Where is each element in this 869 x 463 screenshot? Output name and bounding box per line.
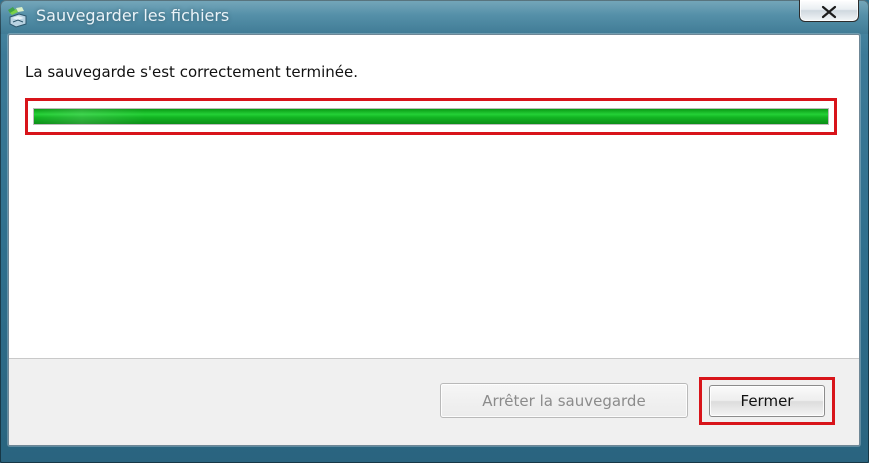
dialog-footer: Arrêter la sauvegarde Fermer xyxy=(9,358,859,445)
progress-bar xyxy=(33,108,829,125)
stop-backup-button[interactable]: Arrêter la sauvegarde xyxy=(440,383,688,418)
close-button[interactable]: Fermer xyxy=(709,385,825,417)
backup-files-icon xyxy=(6,6,30,28)
progress-sheen xyxy=(34,109,828,124)
close-window-button[interactable] xyxy=(799,0,859,22)
close-button-highlight: Fermer xyxy=(699,377,835,425)
stop-backup-label: Arrêter la sauvegarde xyxy=(482,391,646,410)
dialog-content: La sauvegarde s'est correctement terminé… xyxy=(8,34,860,446)
dialog-window: Sauvegarder les fichiers La sauvegarde s… xyxy=(0,0,869,463)
close-icon xyxy=(820,4,838,18)
title-bar[interactable]: Sauvegarder les fichiers xyxy=(0,0,869,34)
window-title: Sauvegarder les fichiers xyxy=(36,6,230,25)
progress-highlight-box xyxy=(25,98,837,135)
status-message: La sauvegarde s'est correctement terminé… xyxy=(25,63,358,81)
close-button-label: Fermer xyxy=(740,392,794,410)
